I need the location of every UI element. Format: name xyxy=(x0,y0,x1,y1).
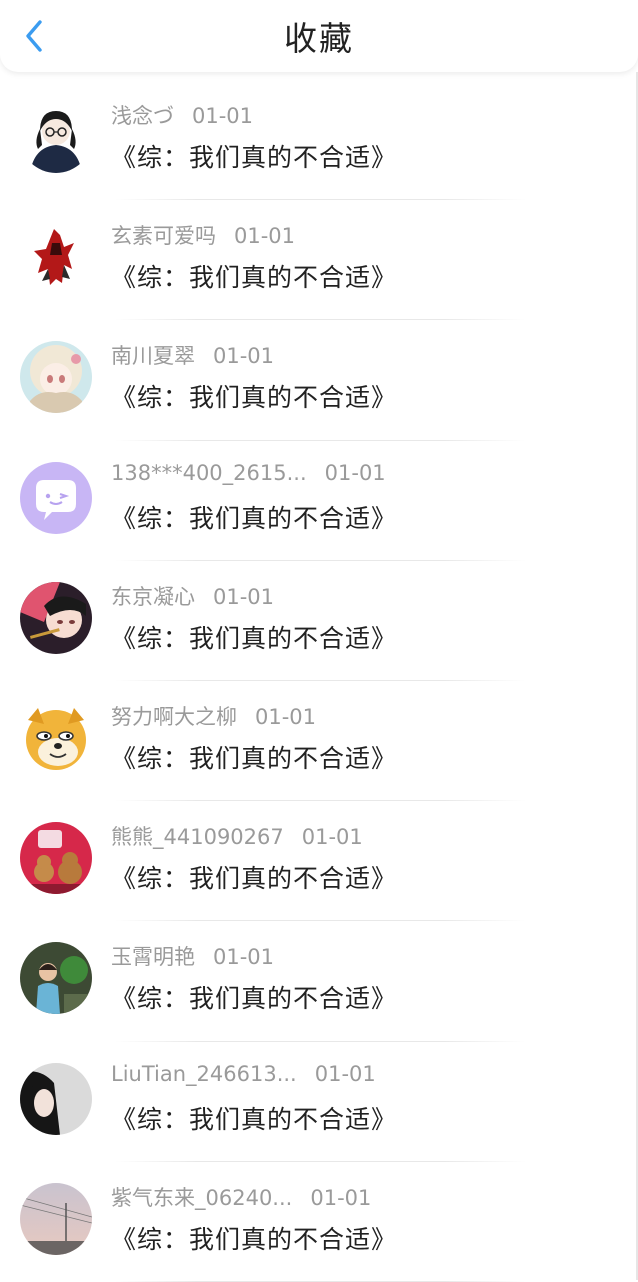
list-item[interactable]: 玄素可爱吗 01-01 《综：我们真的不合适》 xyxy=(0,200,636,321)
book-title: 《综：我们真的不合适》 xyxy=(111,503,398,533)
username: LiuTian_246613... xyxy=(111,1061,297,1086)
item-meta: 138***400_2615... 01-01 xyxy=(111,461,386,485)
book-title: 《综：我们真的不合适》 xyxy=(111,1224,398,1254)
username: 紫气东来_06240... xyxy=(111,1185,293,1210)
date: 01-01 xyxy=(234,224,296,249)
date: 01-01 xyxy=(192,104,254,128)
book-title: 《综：我们真的不合适》 xyxy=(111,263,398,293)
avatar-doge-icon[interactable] xyxy=(20,701,92,774)
username: 努力啊大之柳 xyxy=(111,704,237,729)
username: 南川夏翠 xyxy=(111,344,195,369)
avatar-chat-bubble-icon[interactable] xyxy=(20,461,92,534)
item-meta: 浅念づ 01-01 xyxy=(111,100,253,130)
list-item[interactable]: 浅念づ 01-01 《综：我们真的不合适》 xyxy=(0,80,636,201)
item-meta: 玄素可爱吗 01-01 xyxy=(111,220,295,250)
book-title: 《综：我们真的不合适》 xyxy=(111,383,398,413)
book-title: 《综：我们真的不合适》 xyxy=(111,984,398,1014)
book-title: 《综：我们真的不合适》 xyxy=(111,864,398,894)
avatar-woman-photo-icon[interactable] xyxy=(20,1062,92,1135)
date: 01-01 xyxy=(213,344,275,369)
date: 01-01 xyxy=(255,704,317,729)
avatar-child-photo-icon[interactable] xyxy=(20,942,92,1015)
item-meta: 玉霄明艳 01-01 xyxy=(111,941,274,971)
item-meta: 东京凝心 01-01 xyxy=(111,581,274,611)
top-bar: 收藏 xyxy=(0,0,638,72)
list-item[interactable]: 紫气东来_06240... 01-01 《综：我们真的不合适》 xyxy=(0,1162,636,1282)
item-meta: 紫气东来_06240... 01-01 xyxy=(111,1182,371,1212)
date: 01-01 xyxy=(301,825,363,850)
avatar-teddy-bear-icon[interactable] xyxy=(20,822,92,895)
item-meta: 努力啊大之柳 01-01 xyxy=(111,701,316,731)
date: 01-01 xyxy=(213,584,275,609)
date: 01-01 xyxy=(213,945,275,970)
list-item[interactable]: 努力啊大之柳 01-01 《综：我们真的不合适》 xyxy=(0,681,636,802)
username: 138***400_2615... xyxy=(111,460,307,485)
date: 01-01 xyxy=(310,1185,372,1210)
page-title: 收藏 xyxy=(284,19,354,58)
username: 玄素可爱吗 xyxy=(111,224,216,249)
avatar-sky-photo-icon[interactable] xyxy=(20,1182,92,1255)
avatar-anime-girl-icon[interactable] xyxy=(20,341,92,414)
username: 浅念づ xyxy=(111,104,174,128)
username: 熊熊_441090267 xyxy=(111,825,284,850)
list-item[interactable]: 熊熊_441090267 01-01 《综：我们真的不合适》 xyxy=(0,801,636,922)
book-title: 《综：我们真的不合适》 xyxy=(111,143,398,172)
list-item[interactable]: 东京凝心 01-01 《综：我们真的不合适》 xyxy=(0,561,636,681)
item-meta: 熊熊_441090267 01-01 xyxy=(111,821,363,851)
username: 东京凝心 xyxy=(111,584,195,609)
date: 01-01 xyxy=(324,460,386,485)
username: 玉霄明艳 xyxy=(111,945,195,970)
favorites-list: 浅念づ 01-01 《综：我们真的不合适》 玄素可爱吗 01-01 《综：我们真的不… xyxy=(0,80,636,1282)
book-title: 《综：我们真的不合适》 xyxy=(111,623,398,653)
date: 01-01 xyxy=(314,1061,376,1086)
item-meta: 南川夏翠 01-01 xyxy=(111,340,274,370)
book-title: 《综：我们真的不合适》 xyxy=(111,743,398,773)
list-item[interactable]: LiuTian_246613... 01-01 《综：我们真的不合适》 xyxy=(0,1042,636,1162)
avatar-red-robot-icon[interactable] xyxy=(20,221,92,294)
list-item[interactable]: 138***400_2615... 01-01 《综：我们真的不合适》 xyxy=(0,441,636,561)
list-item[interactable]: 玉霄明艳 01-01 《综：我们真的不合适》 xyxy=(0,921,636,1042)
item-meta: LiuTian_246613... 01-01 xyxy=(111,1062,376,1086)
book-title: 《综：我们真的不合适》 xyxy=(111,1104,398,1134)
avatar-anime-boy-icon[interactable] xyxy=(20,581,92,654)
avatar-girl-glasses-icon[interactable] xyxy=(20,101,92,173)
list-item[interactable]: 南川夏翠 01-01 《综：我们真的不合适》 xyxy=(0,320,636,441)
